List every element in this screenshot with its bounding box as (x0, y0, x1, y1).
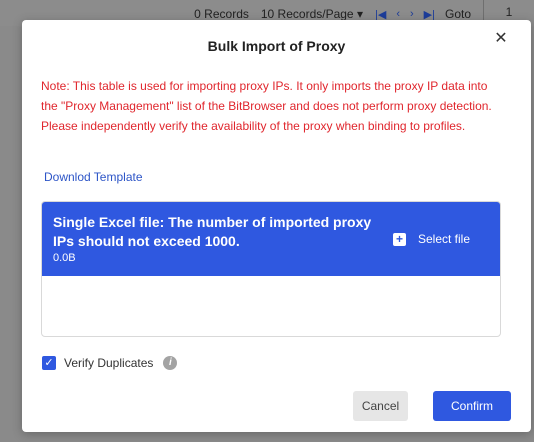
upload-header: Single Excel file: The number of importe… (42, 202, 500, 276)
upload-area[interactable]: Single Excel file: The number of importe… (41, 201, 501, 337)
bulk-import-proxy-dialog: Bulk Import of Proxy ✕ Note: This table … (22, 20, 531, 432)
verify-duplicates-checkbox[interactable]: ✓ (42, 356, 56, 370)
close-icon[interactable]: ✕ (492, 30, 510, 48)
goto-label: Goto (444, 7, 471, 21)
next-page-icon[interactable]: › (410, 8, 414, 20)
dialog-title: Bulk Import of Proxy (207, 38, 346, 54)
upload-title: Single Excel file: The number of importe… (53, 214, 372, 249)
import-note: Note: This table is used for importing p… (41, 79, 492, 133)
records-count: 0 Records (194, 7, 249, 21)
chevron-down-icon: ▾ (356, 7, 363, 21)
verify-duplicates-label: Verify Duplicates (64, 356, 154, 370)
first-page-icon[interactable]: |◀ (375, 8, 386, 21)
plus-icon: + (393, 232, 406, 246)
confirm-button[interactable]: Confirm (433, 391, 511, 421)
upload-file-size: 0.0B (53, 252, 76, 264)
records-per-page-label: 10 Records/Page (260, 7, 354, 21)
cancel-button[interactable]: Cancel (353, 391, 408, 421)
select-file-button[interactable]: + Select file (393, 231, 470, 247)
verify-duplicates-row: ✓ Verify Duplicates i (42, 354, 178, 372)
select-file-label: Select file (418, 232, 471, 246)
records-per-page-select[interactable]: 10 Records/Page ▾ (261, 7, 363, 21)
download-template-link[interactable]: Downlod Template (44, 170, 143, 184)
prev-page-icon[interactable]: ‹ (396, 8, 400, 20)
info-icon[interactable]: i (163, 356, 178, 370)
last-page-icon[interactable]: ▶| (424, 8, 435, 21)
